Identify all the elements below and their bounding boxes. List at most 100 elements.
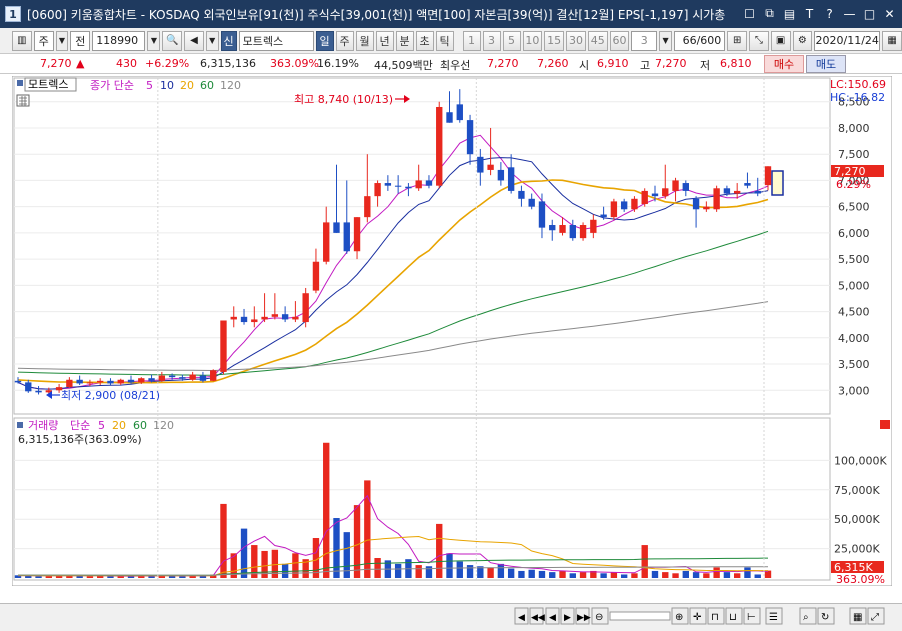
svg-text:⌕: ⌕: [803, 612, 809, 623]
sell-button[interactable]: 매도: [806, 55, 846, 73]
window-layout-icon[interactable]: ☐: [741, 5, 758, 22]
low-annotation: 최저 2,900 (08/21): [61, 389, 160, 402]
vol-ma120-legend: 120: [153, 419, 174, 432]
market-badge: 신: [220, 30, 237, 51]
volume-bar: [703, 573, 710, 578]
candle-body: [76, 379, 83, 384]
maximize-button[interactable]: □: [861, 5, 878, 22]
window-text-icon[interactable]: T: [801, 5, 818, 22]
candle-body: [343, 222, 350, 252]
chevron-down-icon[interactable]: ▼: [55, 30, 69, 51]
speaker-dropdown-icon[interactable]: ▼: [205, 30, 219, 51]
minimize-button[interactable]: —: [841, 5, 858, 22]
period-button-minute[interactable]: 분: [395, 30, 414, 51]
chart-area[interactable]: 8,500 8,000 7,500 7,000 6,500 6,000 5,500 5,000…: [11, 75, 893, 600]
interval-button-15[interactable]: 15: [544, 30, 565, 51]
volume-bar: [744, 567, 751, 578]
svg-text:◀◀: ◀◀: [531, 613, 545, 623]
svg-text:◀: ◀: [518, 613, 525, 623]
volume-bar: [497, 563, 505, 578]
interval-button-3[interactable]: 3: [482, 30, 501, 51]
interval-button-60[interactable]: 60: [609, 30, 630, 51]
volume-bar: [600, 573, 607, 578]
volume-bar: [487, 567, 494, 578]
mode-select[interactable]: 주: [33, 30, 54, 51]
period-button-week[interactable]: 주: [335, 30, 354, 51]
stock-name-field[interactable]: 모트렉스: [238, 30, 314, 51]
volume-toggle-icon[interactable]: [17, 422, 23, 428]
candle-body: [394, 185, 402, 187]
count-field[interactable]: 66/600: [673, 30, 726, 51]
price-ma-label: 종가 단순: [90, 79, 134, 92]
volume-bar: [323, 442, 330, 578]
candle-body: [220, 320, 227, 372]
candle-body: [764, 166, 772, 186]
period-button-month[interactable]: 월: [355, 30, 374, 51]
volume-bar: [220, 503, 227, 578]
candle-body: [466, 120, 474, 155]
candle-body: [549, 225, 556, 231]
scroll-controls[interactable]: ◀ ◀◀ ◀ ▶ ▶▶ ⊖ ⊕ ✛ ⊓ ⊔ ⊢ ☰ ⌕ ↻ ▦ ⤢: [514, 607, 885, 625]
chart-tool-icon[interactable]: ⤡: [749, 30, 769, 51]
candle-body: [446, 112, 453, 123]
candle-body: [199, 375, 207, 381]
panel-toggle-icon[interactable]: [17, 80, 23, 86]
window-link-icon[interactable]: ⧉: [761, 5, 778, 22]
speaker-icon[interactable]: ◀: [184, 30, 204, 51]
candle-body: [662, 188, 669, 197]
gear-icon[interactable]: ⚙: [792, 30, 813, 51]
volume-bar: [641, 545, 648, 578]
chart-svg[interactable]: 8,5008,0007,5007,0006,5006,0005,5005,000…: [11, 75, 893, 600]
candle-body: [590, 219, 597, 233]
period-button-year[interactable]: 년: [375, 30, 394, 51]
svg-text:⊢: ⊢: [747, 612, 756, 623]
ask-price: 7,270: [487, 57, 519, 70]
high-annotation: 최고 8,740 (10/13): [294, 93, 393, 106]
prev-button[interactable]: 전: [70, 30, 91, 51]
candle-body: [600, 214, 607, 218]
svg-text:⊓: ⊓: [711, 612, 719, 623]
interval-dropdown-icon[interactable]: ▼: [659, 30, 672, 51]
selection-box[interactable]: [771, 170, 784, 196]
candle-body: [14, 380, 22, 383]
save-icon[interactable]: ▣: [770, 30, 791, 51]
candle-body: [374, 183, 381, 197]
open-price: 6,910: [597, 57, 629, 70]
price-tick-label: 8,000: [838, 122, 870, 135]
candle-body: [117, 379, 124, 384]
code-dropdown-icon[interactable]: ▼: [147, 30, 161, 51]
window-list-icon[interactable]: ▤: [781, 5, 798, 22]
app-icon: 1: [5, 6, 21, 22]
candle-body: [292, 316, 299, 320]
chart-layout-icon[interactable]: ▥: [12, 30, 32, 51]
volume-bar: [631, 573, 638, 578]
candle-body: [271, 314, 279, 317]
svg-text:⊕: ⊕: [675, 612, 683, 623]
period-button-second[interactable]: 초: [415, 30, 434, 51]
window-help-icon[interactable]: ?: [821, 5, 838, 22]
close-button[interactable]: ✕: [881, 5, 898, 22]
interval-button-45[interactable]: 45: [587, 30, 608, 51]
volume-bar: [25, 575, 32, 578]
interval-value-field[interactable]: 3: [631, 30, 658, 51]
buy-button[interactable]: 매수: [764, 55, 804, 73]
interval-button-1[interactable]: 1: [462, 30, 481, 51]
price-tick-label: 5,500: [838, 253, 870, 266]
interval-button-10[interactable]: 10: [522, 30, 543, 51]
period-button-tick[interactable]: 틱: [435, 30, 454, 51]
svg-text:✛: ✛: [693, 612, 702, 623]
zoom-in-icon[interactable]: ⊞: [727, 30, 748, 51]
zoom-slider[interactable]: [609, 611, 671, 621]
period-button-day[interactable]: 일: [315, 30, 334, 51]
date-input[interactable]: 2020/11/24: [814, 30, 881, 51]
candle-body: [569, 225, 576, 239]
volume-bar: [446, 553, 453, 578]
calendar-icon[interactable]: ▦: [882, 30, 902, 51]
volume-bar: [713, 567, 720, 578]
search-icon[interactable]: 🔍: [162, 30, 183, 51]
volume-bar: [415, 565, 422, 578]
interval-button-30[interactable]: 30: [566, 30, 586, 51]
interval-button-5[interactable]: 5: [502, 30, 521, 51]
svg-text:⊔: ⊔: [729, 612, 737, 623]
stock-code-input[interactable]: 118990: [92, 30, 146, 51]
